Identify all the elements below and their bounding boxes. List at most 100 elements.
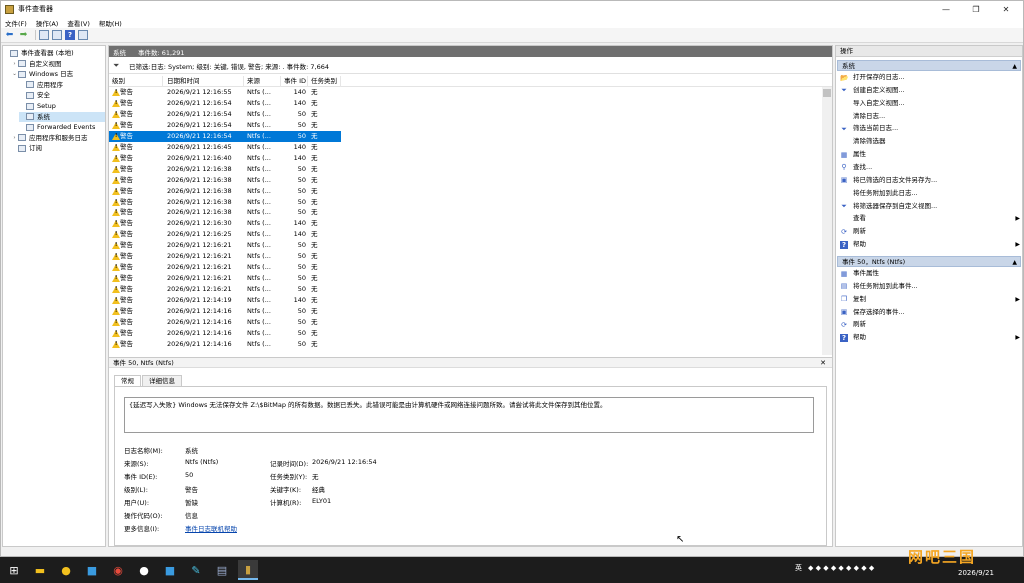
event-list-scrollbar[interactable] — [822, 87, 832, 355]
maximize-button[interactable]: ❐ — [961, 1, 991, 17]
action-item[interactable]: ⚲ 查找... — [840, 162, 1020, 173]
system-tray: 英 ◆ ◆ ◆ ◆ ◆ ◆ ◆ ◆ ◆ — [795, 563, 880, 573]
clock-date[interactable]: 2026/9/21 — [958, 569, 994, 577]
column-datetime[interactable]: 日期和时间 — [164, 76, 244, 87]
actions-section-event[interactable]: 事件 50，Ntfs (Ntfs) ▲ — [837, 256, 1021, 267]
tray-icons[interactable]: ◆ ◆ ◆ ◆ ◆ ◆ ◆ ◆ ◆ — [808, 564, 874, 572]
action-item[interactable]: 查看 ▶ — [840, 213, 1020, 224]
event-row[interactable]: 警告 2026/9/21 12:16:21 Ntfs (... 50 无 — [109, 273, 341, 284]
tree-item[interactable]: Forwarded Events — [19, 122, 105, 132]
forward-arrow-icon[interactable]: ➡ — [18, 30, 29, 41]
console-icon[interactable] — [52, 30, 62, 40]
action-item[interactable]: ▦ 属性 — [840, 149, 1020, 160]
action-item[interactable]: ▤ 将任务附加到此事件... — [840, 281, 1020, 292]
action-item[interactable]: ⏷ 将筛选器保存到自定义视图... — [840, 201, 1020, 212]
action-item[interactable]: ⏷ 创建自定义视图... — [840, 85, 1020, 96]
event-row[interactable]: 警告 2026/9/21 12:14:16 Ntfs (... 50 无 — [109, 317, 341, 328]
event-row[interactable]: 警告 2026/9/21 12:16:54 Ntfs (... 50 无 — [109, 130, 341, 142]
event-row[interactable]: 警告 2026/9/21 12:16:38 Ntfs (... 50 无 — [109, 186, 341, 197]
action-item[interactable]: ❐ 复制 ▶ — [840, 294, 1020, 305]
event-row[interactable]: 警告 2026/9/21 12:16:38 Ntfs (... 50 无 — [109, 164, 341, 175]
event-row[interactable]: 警告 2026/9/21 12:16:40 Ntfs (... 140 无 — [109, 153, 341, 164]
event-row[interactable]: 警告 2026/9/21 12:16:45 Ntfs (... 140 无 — [109, 142, 341, 153]
app-icon[interactable]: ■ — [82, 560, 102, 580]
action-item[interactable]: ▦ 事件属性 — [840, 268, 1020, 279]
folder-tree-icon[interactable] — [39, 30, 49, 40]
app-icon[interactable]: ● — [56, 560, 76, 580]
action-item[interactable]: 导入自定义视图... — [840, 98, 1020, 109]
column-level[interactable]: 级别 — [109, 76, 163, 87]
online-help-link[interactable]: 事件日志联机帮助 — [185, 523, 237, 533]
event-row[interactable]: 警告 2026/9/21 12:14:19 Ntfs (... 140 无 — [109, 295, 341, 306]
menu-view[interactable]: 查看(V) — [67, 18, 90, 28]
event-row[interactable]: 警告 2026/9/21 12:16:30 Ntfs (... 140 无 — [109, 218, 341, 229]
event-message[interactable]: {延迟写入失败} Windows 无法保存文件 Z:\$BitMap 的所有数据… — [124, 397, 814, 433]
menu-file[interactable]: 文件(F) — [5, 18, 27, 28]
expand-chevron-icon[interactable]: › — [11, 59, 18, 69]
collapse-up-icon[interactable]: ▲ — [1012, 61, 1017, 72]
event-row[interactable]: 警告 2026/9/21 12:16:25 Ntfs (... 140 无 — [109, 229, 341, 240]
tree-item[interactable]: 事件查看器 (本地) — [3, 48, 105, 58]
event-row[interactable]: 警告 2026/9/21 12:16:38 Ntfs (... 50 无 — [109, 207, 341, 218]
tree-item[interactable]: 订阅 — [11, 143, 105, 153]
app-icon[interactable]: ▤ — [212, 560, 232, 580]
column-source[interactable]: 来源 — [244, 76, 281, 87]
expand-chevron-icon[interactable]: › — [11, 133, 18, 143]
panel-icon[interactable] — [78, 30, 88, 40]
menu-help[interactable]: 帮助(H) — [99, 18, 122, 28]
event-viewer-taskbar-icon[interactable]: ▮ — [238, 560, 258, 580]
cell-source: Ntfs (... — [247, 175, 271, 184]
event-row[interactable]: 警告 2026/9/21 12:16:38 Ntfs (... 50 无 — [109, 197, 341, 208]
close-button[interactable]: ✕ — [991, 1, 1021, 17]
menu-action[interactable]: 操作(A) — [36, 18, 59, 28]
help-icon[interactable]: ? — [65, 30, 75, 40]
action-item[interactable]: ▣ 保存选择的事件... — [840, 307, 1020, 318]
action-item[interactable]: 将任务附加到此日志... — [840, 188, 1020, 199]
start-button-icon[interactable]: ⊞ — [4, 560, 24, 580]
column-event-id[interactable]: 事件 ID — [281, 76, 308, 87]
action-item[interactable]: ⟳ 刷新 — [840, 319, 1020, 330]
qq-icon[interactable]: ● — [134, 560, 154, 580]
event-row[interactable]: 警告 2026/9/21 12:16:21 Ntfs (... 50 无 — [109, 284, 341, 295]
action-item[interactable]: ? 帮助 ▶ — [840, 239, 1020, 250]
minimize-button[interactable]: — — [931, 1, 961, 17]
event-row[interactable]: 警告 2026/9/21 12:16:55 Ntfs (... 140 无 — [109, 87, 341, 98]
event-row[interactable]: 警告 2026/9/21 12:16:21 Ntfs (... 50 无 — [109, 251, 341, 262]
close-detail-icon[interactable]: ✕ — [820, 358, 826, 368]
tray-lang[interactable]: 英 — [795, 563, 802, 573]
event-row[interactable]: 警告 2026/9/21 12:16:21 Ntfs (... 50 无 — [109, 262, 341, 273]
back-arrow-icon[interactable]: ⬅ — [4, 30, 15, 41]
column-task-category[interactable]: 任务类别 — [308, 76, 341, 87]
tree-item[interactable]: Setup — [19, 101, 105, 111]
event-row[interactable]: 警告 2026/9/21 12:16:54 Ntfs (... 50 无 — [109, 109, 341, 120]
tree-item[interactable]: › 应用程序和服务日志 — [11, 133, 105, 143]
action-item[interactable]: 📂 打开保存的日志... — [840, 72, 1020, 83]
chrome-icon[interactable]: ◉ — [108, 560, 128, 580]
tree-item[interactable]: 应用程序 — [19, 80, 105, 90]
cell-source: Ntfs (... — [247, 186, 271, 195]
app-icon[interactable]: ■ — [160, 560, 180, 580]
tree-item[interactable]: › 自定义视图 — [11, 59, 105, 69]
event-row[interactable]: 警告 2026/9/21 12:16:54 Ntfs (... 50 无 — [109, 120, 341, 131]
tree-item[interactable]: 安全 — [19, 90, 105, 100]
tree-item[interactable]: ⌄ Windows 日志 — [11, 69, 105, 79]
scrollbar-thumb[interactable] — [823, 89, 831, 97]
action-item[interactable]: ▣ 将已筛选的日志文件另存为... — [840, 175, 1020, 186]
action-item[interactable]: ⟳ 刷新 — [840, 226, 1020, 237]
tree-item[interactable]: 系统 — [19, 111, 105, 122]
event-row[interactable]: 警告 2026/9/21 12:16:54 Ntfs (... 140 无 — [109, 98, 341, 109]
action-item[interactable]: ? 帮助 ▶ — [840, 332, 1020, 343]
event-row[interactable]: 警告 2026/9/21 12:16:21 Ntfs (... 50 无 — [109, 240, 341, 251]
action-item[interactable]: 清除日志... — [840, 111, 1020, 122]
event-row[interactable]: 警告 2026/9/21 12:14:16 Ntfs (... 50 无 — [109, 328, 341, 339]
collapse-up-icon[interactable]: ▲ — [1012, 257, 1017, 268]
tool-icon[interactable]: ✎ — [186, 560, 206, 580]
file-explorer-icon[interactable]: ▬ — [30, 560, 50, 580]
actions-section-log[interactable]: 系统 ▲ — [837, 60, 1021, 71]
event-row[interactable]: 警告 2026/9/21 12:14:16 Ntfs (... 50 无 — [109, 339, 341, 350]
expand-chevron-icon[interactable]: ⌄ — [11, 69, 18, 79]
event-row[interactable]: 警告 2026/9/21 12:16:38 Ntfs (... 50 无 — [109, 175, 341, 186]
action-item[interactable]: 清除筛选器 — [840, 136, 1020, 147]
event-row[interactable]: 警告 2026/9/21 12:14:16 Ntfs (... 50 无 — [109, 306, 341, 317]
action-item[interactable]: ⏷ 筛选当前日志... — [840, 123, 1020, 134]
